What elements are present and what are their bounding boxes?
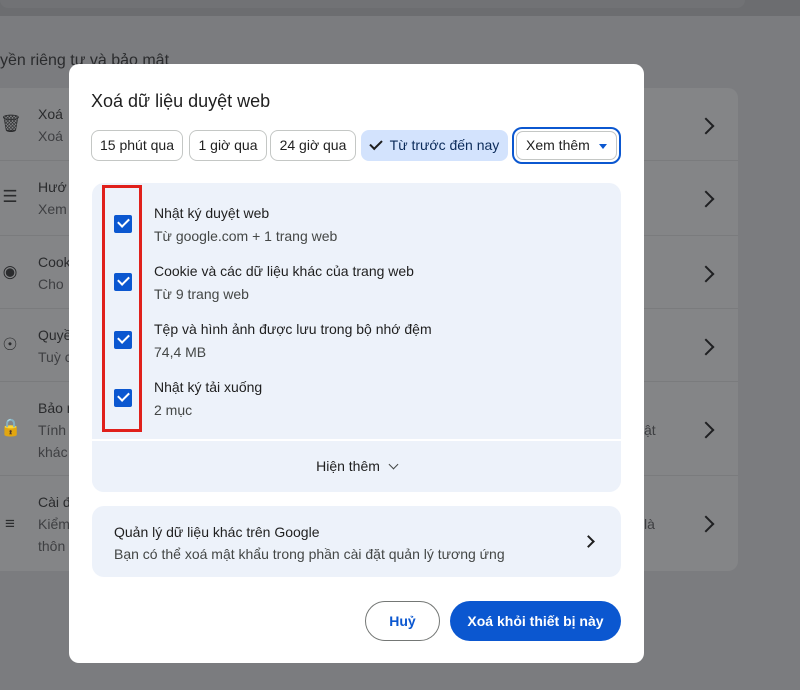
background-row-title: Quyề (38, 327, 72, 343)
chip-label: 24 giờ qua (279, 137, 347, 153)
item-subtitle: Từ google.com + 1 trang web (154, 228, 338, 244)
tune-icon: ☰ (2, 187, 18, 206)
item-title: Tệp và hình ảnh được lưu trong bộ nhớ đệ… (154, 321, 432, 337)
permissions-icon: ☉ (2, 335, 18, 354)
chip-label: Từ trước đến nay (389, 137, 500, 153)
background-row-subtitle: Xoá (38, 128, 63, 144)
background-row-subtitle-2: thôn (38, 538, 66, 554)
chevron-right-icon (697, 117, 715, 135)
list-item-cached-files[interactable]: Tệp và hình ảnh được lưu trong bộ nhớ đệ… (92, 317, 621, 375)
manage-google-data-subtitle: Bạn có thể xoá mật khẩu trong phần cài đ… (114, 546, 505, 562)
chevron-right-icon (697, 421, 715, 439)
cookie-icon: ◉ (2, 262, 18, 281)
chevron-right-icon (582, 535, 595, 548)
select-label: Xem thêm (526, 137, 590, 153)
chevron-right-icon (697, 515, 715, 533)
background-row-subtitle: Tuỳ c (38, 349, 72, 365)
background-row-subtitle-2: khác (38, 444, 68, 460)
more-time-ranges-select[interactable]: Xem thêm (516, 131, 617, 160)
annotation-highlight-box (102, 185, 142, 432)
dialog-title: Xoá dữ liệu duyệt web (91, 91, 271, 111)
item-title: Cookie và các dữ liệu khác của trang web (154, 263, 414, 279)
chevron-right-icon (697, 190, 715, 208)
item-title: Nhật ký duyệt web (154, 205, 270, 221)
chip-label: 15 phút qua (100, 137, 174, 153)
settings-sliders-icon: ≡ (5, 514, 15, 533)
check-icon (368, 136, 383, 151)
chevron-down-icon (388, 459, 399, 470)
time-range-1-hour[interactable]: 1 giờ qua (189, 130, 267, 161)
item-title: Nhật ký tải xuống (154, 379, 263, 395)
time-range-24-hours[interactable]: 24 giờ qua (270, 130, 356, 161)
background-toolbar (0, 0, 800, 16)
trash-icon: 🗑 (0, 114, 22, 133)
more-time-ranges-focus-ring: Xem thêm (512, 127, 621, 164)
cancel-button[interactable]: Huỷ (365, 601, 440, 641)
manage-google-data-title: Quản lý dữ liệu khác trên Google (114, 524, 320, 540)
list-item-browsing-history[interactable]: Nhật ký duyệt web Từ google.com + 1 tran… (92, 201, 621, 259)
background-search-bar (0, 0, 745, 8)
time-range-15-minutes[interactable]: 15 phút qua (91, 130, 183, 161)
background-row-trailing-text: là (644, 516, 655, 532)
background-row-trailing-text: ật (644, 422, 656, 438)
background-row-title: Cook (38, 254, 71, 270)
background-row-subtitle: Xem (38, 201, 67, 217)
dropdown-arrow-icon (599, 144, 607, 149)
item-subtitle: Từ 9 trang web (154, 286, 249, 302)
background-row-title: Cài đ (38, 494, 71, 510)
chevron-right-icon (697, 265, 715, 283)
chevron-right-icon (697, 338, 715, 356)
item-subtitle: 74,4 MB (154, 344, 207, 360)
background-row-subtitle: Tính (38, 422, 67, 438)
manage-google-data-link[interactable]: Quản lý dữ liệu khác trên Google Bạn có … (92, 506, 621, 577)
background-row-subtitle: Cho (38, 276, 64, 292)
item-subtitle: 2 mục (154, 402, 193, 418)
background-row-title: Xoá (38, 106, 63, 122)
list-item-download-history[interactable]: Nhật ký tải xuống 2 mục (92, 375, 621, 433)
show-more-button[interactable]: Hiện thêm (92, 439, 621, 492)
list-item-cookies[interactable]: Cookie và các dữ liệu khác của trang web… (92, 259, 621, 317)
time-range-all-time[interactable]: Từ trước đến nay (361, 130, 508, 161)
chip-label: 1 giờ qua (198, 137, 258, 153)
lock-icon: 🔒 (0, 418, 22, 437)
clear-browsing-data-dialog: Xoá dữ liệu duyệt web 15 phút qua 1 giờ … (69, 64, 644, 663)
show-more-label: Hiện thêm (316, 458, 380, 474)
background-row-title: Hướ (38, 179, 67, 195)
clear-data-button[interactable]: Xoá khỏi thiết bị này (450, 601, 621, 641)
background-row-subtitle: Kiểm (38, 516, 70, 532)
